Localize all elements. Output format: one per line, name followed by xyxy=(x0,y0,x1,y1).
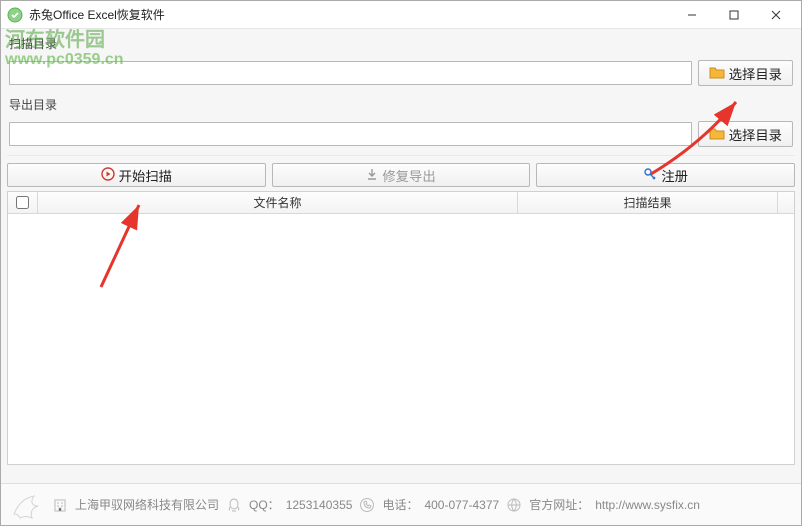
scan-dir-browse-label: 选择目录 xyxy=(729,64,782,83)
footer: 上海甲驭网络科技有限公司 QQ： 1253140355 电话： 400-077-… xyxy=(1,483,801,525)
folder-icon xyxy=(709,65,725,82)
site-link[interactable]: http://www.sysfix.cn xyxy=(595,498,700,512)
window-title: 赤兔Office Excel恢复软件 xyxy=(29,6,671,23)
app-icon xyxy=(7,7,23,23)
scan-dir-input[interactable] xyxy=(9,61,692,85)
qq-value: 1253140355 xyxy=(286,498,353,512)
export-dir-browse-button[interactable]: 选择目录 xyxy=(698,121,793,147)
qq-label: QQ： xyxy=(249,496,280,513)
repair-export-button[interactable]: 修复导出 xyxy=(272,163,531,187)
results-list: 文件名称 扫描结果 xyxy=(7,191,795,465)
phone-icon xyxy=(358,496,376,514)
tel-value: 400-077-4377 xyxy=(424,498,499,512)
qq-icon xyxy=(225,496,243,514)
column-scan-result[interactable]: 扫描结果 xyxy=(518,192,778,213)
export-dir-input[interactable] xyxy=(9,122,692,146)
company-logo-icon xyxy=(9,489,45,521)
export-dir-row: 选择目录 xyxy=(1,117,801,155)
content-area: 河东软件园 www.pc0359.cn 扫描目录 选择目录 导出目录 选择目录 xyxy=(1,29,801,525)
window-controls xyxy=(671,3,797,27)
key-icon xyxy=(643,167,657,184)
repair-export-label: 修复导出 xyxy=(382,166,435,185)
site-label: 官方网址： xyxy=(529,496,589,513)
export-dir-label: 导出目录 xyxy=(1,94,801,117)
register-button[interactable]: 注册 xyxy=(536,163,795,187)
play-icon xyxy=(101,167,115,184)
column-filename[interactable]: 文件名称 xyxy=(38,192,518,213)
minimize-button[interactable] xyxy=(671,3,713,27)
register-label: 注册 xyxy=(661,166,688,185)
action-bar: 开始扫描 修复导出 注册 xyxy=(1,159,801,191)
close-button[interactable] xyxy=(755,3,797,27)
export-dir-browse-label: 选择目录 xyxy=(729,125,782,144)
folder-icon xyxy=(709,126,725,143)
tel-label: 电话： xyxy=(382,496,418,513)
building-icon xyxy=(51,496,69,514)
company-name: 上海甲驭网络科技有限公司 xyxy=(75,496,219,513)
start-scan-button[interactable]: 开始扫描 xyxy=(7,163,266,187)
scan-dir-browse-button[interactable]: 选择目录 xyxy=(698,60,793,86)
list-body xyxy=(8,214,794,464)
download-icon xyxy=(366,168,378,183)
titlebar: 赤兔Office Excel恢复软件 xyxy=(1,1,801,29)
scan-dir-label: 扫描目录 xyxy=(1,33,801,56)
column-checkbox[interactable] xyxy=(8,192,38,213)
globe-icon xyxy=(505,496,523,514)
list-header: 文件名称 扫描结果 xyxy=(8,192,794,214)
scan-dir-row: 选择目录 xyxy=(1,56,801,94)
start-scan-label: 开始扫描 xyxy=(119,166,172,185)
select-all-checkbox[interactable] xyxy=(16,196,29,209)
maximize-button[interactable] xyxy=(713,3,755,27)
